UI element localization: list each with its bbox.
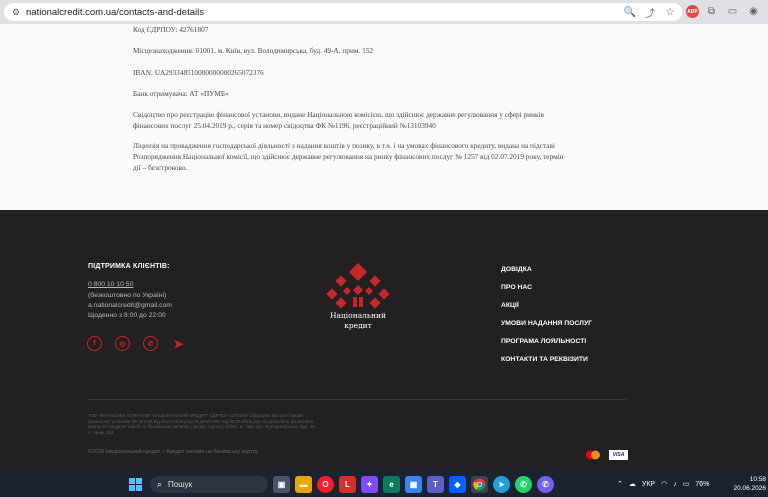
footer-link-loyalty[interactable]: ПРОГРАМА ЛОЯЛЬНОСТІ xyxy=(501,338,586,345)
taskbar-clock[interactable]: 10:58 20.06.2026 xyxy=(730,475,766,493)
copilot-icon[interactable]: ✦ xyxy=(361,476,378,493)
footer-link-help[interactable]: ДОВІДКА xyxy=(501,266,532,273)
address-bar[interactable]: ⚙ nationalcredit.com.ua/contacts-and-det… xyxy=(4,3,682,21)
page-content: Код ЄДРПОУ: 42761807 Місцезнаходження: 0… xyxy=(0,24,768,210)
file-explorer-icon[interactable]: ▬ xyxy=(295,476,312,493)
site-info-icon[interactable]: ⚙ xyxy=(8,4,24,20)
teams-icon[interactable]: T xyxy=(427,476,444,493)
volume-icon[interactable]: ♪ xyxy=(673,481,677,488)
extensions-icon[interactable]: ⧉ xyxy=(703,3,720,20)
edrpou-text: Код ЄДРПОУ: 42761807 xyxy=(133,25,209,34)
iban-text: IBAN: UA293348510000000000265072376 xyxy=(133,68,264,77)
taskbar-apps: ▣ ▬ O L ✦ e ▦ T ◆ ➤ ✆ ✆ xyxy=(273,476,554,493)
support-phone[interactable]: 0 800 10 10 50 xyxy=(88,281,133,288)
whatsapp-icon[interactable]: ✆ xyxy=(515,476,532,493)
visa-icon: VISA xyxy=(609,450,628,460)
footer-divider xyxy=(88,399,626,400)
viber-icon[interactable]: ✆ xyxy=(143,336,158,351)
site-footer: ПІДТРИМКА КЛІЄНТІВ: 0 800 10 10 50 (безк… xyxy=(0,210,768,471)
phone-note: (безкоштовно по Україні) xyxy=(88,292,167,299)
tray-chevron-icon[interactable]: ⌃ xyxy=(617,480,623,488)
taskbar-search-label: Пошук xyxy=(168,480,193,489)
language-indicator[interactable]: УКР xyxy=(642,481,655,488)
edge-icon[interactable]: e xyxy=(383,476,400,493)
chrome-icon[interactable] xyxy=(471,476,488,493)
adblock-extension-icon[interactable]: ABP xyxy=(686,5,699,18)
legal-text: ТОВ "ФІНАНСОВА КОМПАНІЯ "НАЦІОНАЛЬНИЙ КР… xyxy=(88,413,316,435)
footer-link-promotions[interactable]: АКЦІЇ xyxy=(501,302,519,309)
battery-percent: 76% xyxy=(695,480,710,488)
sidepanel-icon[interactable]: ▭ xyxy=(724,3,741,20)
support-hours: Щоденно з 8:00 до 22:00 xyxy=(88,312,166,319)
viber-app-icon[interactable]: ✆ xyxy=(537,476,554,493)
system-tray: ⌃ ☁ УКР ◠ ♪ ▭ 76% xyxy=(617,471,709,497)
wifi-icon[interactable]: ◠ xyxy=(661,480,667,488)
telegram-icon[interactable]: ➤ xyxy=(171,336,186,351)
footer-link-contacts[interactable]: КОНТАКТИ ТА РЕКВІЗИТИ xyxy=(501,356,588,363)
url-text[interactable]: nationalcredit.com.ua/contacts-and-detai… xyxy=(26,7,204,18)
dropbox-icon[interactable]: ◆ xyxy=(449,476,466,493)
copyright-text: ©2026 Національний кредит – Кредит онлай… xyxy=(88,449,258,455)
license-text: Ліцензія на провадження господарської ді… xyxy=(133,141,564,172)
support-email[interactable]: a.nationalcredit@gmail.com xyxy=(88,302,172,309)
mastercard-icon xyxy=(586,450,600,460)
certificate-text: Свідоцтво про реєстрацію фінансової уста… xyxy=(133,110,545,130)
clock-date: 20.06.2026 xyxy=(733,485,766,492)
bookmark-star-icon[interactable]: ☆ xyxy=(662,4,678,20)
logo-line-1: Національний xyxy=(329,311,387,320)
bank-text: Банк отримувача: АТ «ПУМБ» xyxy=(133,89,229,98)
footer-link-terms[interactable]: УМОВИ НАДАННЯ ПОСЛУГ xyxy=(501,320,592,327)
store-icon[interactable]: ▦ xyxy=(405,476,422,493)
app-l-icon[interactable]: L xyxy=(339,476,356,493)
footer-link-about[interactable]: ПРО НАС xyxy=(501,284,532,291)
battery-icon[interactable]: ▭ xyxy=(683,480,690,488)
zoom-icon[interactable]: 🔍 xyxy=(622,4,638,20)
instagram-icon[interactable]: ◎ xyxy=(115,336,130,351)
facebook-icon[interactable]: f xyxy=(87,336,102,351)
opera-icon[interactable]: O xyxy=(317,476,334,493)
logo-text: Національний кредит xyxy=(318,311,398,331)
support-title: ПІДТРИМКА КЛІЄНТІВ: xyxy=(88,263,170,270)
logo-line-2: кредит xyxy=(344,321,372,330)
task-view-icon[interactable]: ▣ xyxy=(273,476,290,493)
telegram-app-icon[interactable]: ➤ xyxy=(493,476,510,493)
address-text: Місцезнаходження: 01001, м. Київ, вул. В… xyxy=(133,46,374,55)
share-icon[interactable]: ⤴ xyxy=(642,4,658,20)
windows-start-icon[interactable] xyxy=(129,478,142,491)
profile-icon[interactable]: ◉ xyxy=(745,3,762,20)
clock-time: 10:58 xyxy=(749,476,766,483)
onedrive-icon[interactable]: ☁ xyxy=(629,480,636,488)
taskbar-search[interactable]: ⌕ Пошук xyxy=(150,476,268,493)
windows-taskbar: ⌕ Пошук ▣ ▬ O L ✦ e ▦ T ◆ ➤ ✆ ✆ ⌃ ☁ УКР … xyxy=(0,471,768,497)
browser-toolbar: ⚙ nationalcredit.com.ua/contacts-and-det… xyxy=(0,0,768,24)
social-links: f ◎ ✆ ➤ xyxy=(87,336,186,351)
search-icon: ⌕ xyxy=(157,479,163,489)
